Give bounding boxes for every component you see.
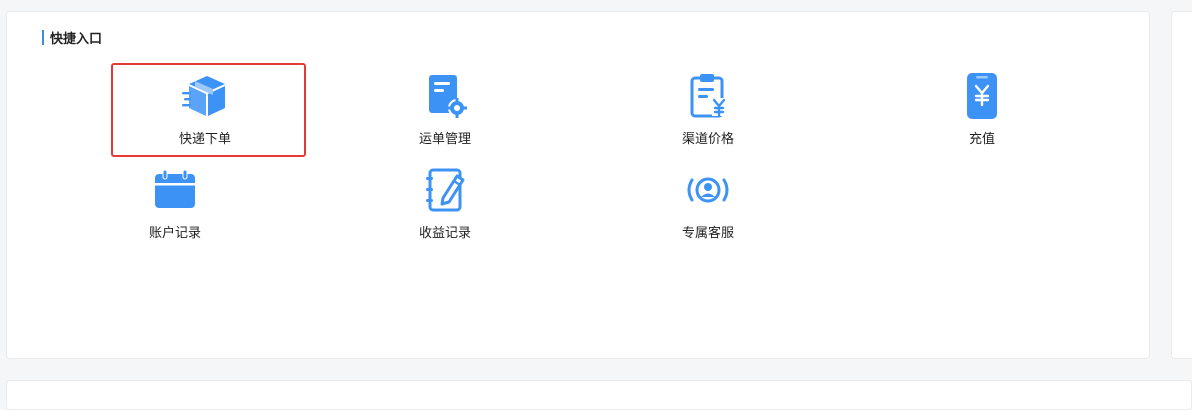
entry-waybill-management[interactable]: 运单管理 xyxy=(385,72,505,152)
clipboard-yen-icon xyxy=(690,74,726,118)
entry-label: 专属客服 xyxy=(681,226,734,241)
entry-label: 账户记录 xyxy=(148,226,201,241)
customer-service-icon xyxy=(687,177,729,203)
notebook-pen-icon xyxy=(426,168,465,212)
entry-income-records[interactable]: 收益记录 xyxy=(385,166,505,246)
section-accent-bar xyxy=(42,29,44,45)
entry-recharge[interactable]: 充值 xyxy=(922,72,1042,152)
section-title: 快捷入口 xyxy=(50,31,103,47)
document-gear-icon xyxy=(429,75,467,118)
right-side-card xyxy=(1171,11,1192,359)
entry-channel-price[interactable]: 渠道价格 xyxy=(648,72,768,152)
quick-entry-card: 快捷入口 快递下单 运单管理 渠道价格 充值 账户记录 收益记录 专属客服 xyxy=(6,11,1150,359)
section-header: 快捷入口 xyxy=(42,29,103,47)
phone-yen-icon xyxy=(967,73,997,119)
entry-exclusive-service[interactable]: 专属客服 xyxy=(648,166,768,246)
entry-label: 渠道价格 xyxy=(681,132,734,147)
entry-label: 充值 xyxy=(968,132,995,147)
entry-account-records[interactable]: 账户记录 xyxy=(115,166,235,246)
selection-highlight-box xyxy=(111,63,306,157)
calendar-icon xyxy=(155,169,195,208)
entry-label: 运单管理 xyxy=(418,132,471,147)
entry-label: 收益记录 xyxy=(418,226,471,241)
bottom-card xyxy=(6,380,1192,410)
